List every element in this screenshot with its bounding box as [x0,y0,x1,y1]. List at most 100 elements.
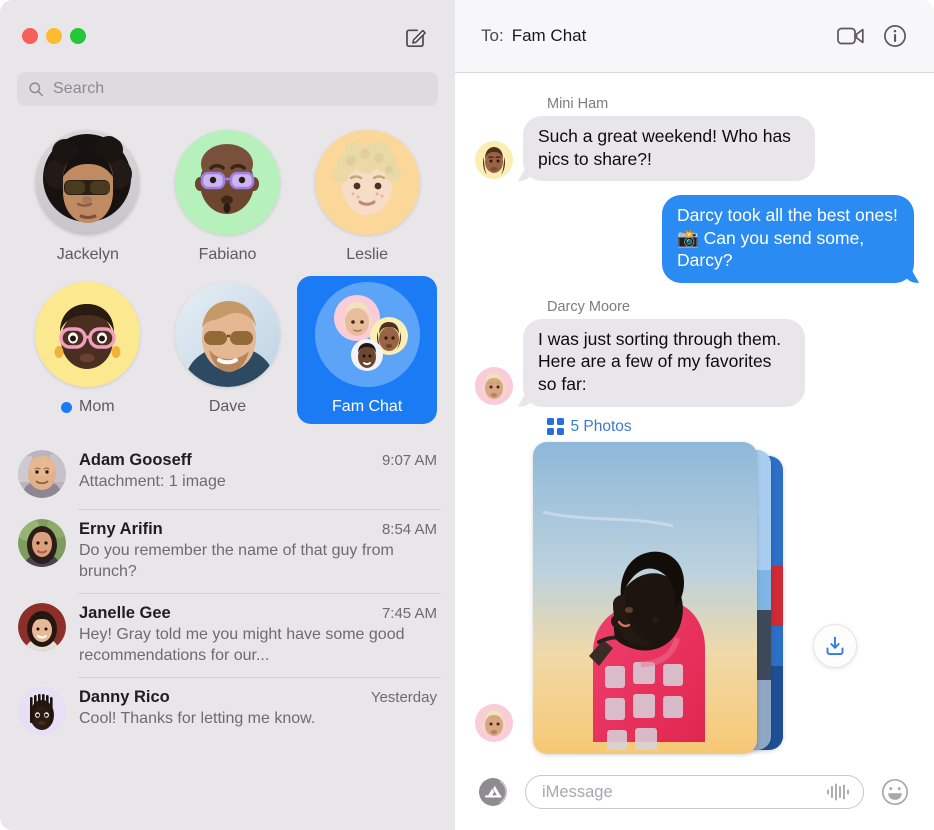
conversation-name: Adam Gooseff [79,451,192,469]
message-bubble-incoming[interactable]: Such a great weekend! Who has pics to sh… [523,116,815,182]
photo-man-sunglasses-avatar [174,282,280,387]
conversation-body: Janelle Gee 7:45 AM Hey! Gray told me yo… [79,603,437,666]
search-input[interactable]: Search [17,72,438,106]
pinned-item-leslie[interactable]: Leslie [297,124,437,272]
photo-woman-dark-hair-avatar [18,519,66,567]
sidebar: Search Jackelyn Fabiano Leslie Mom Dave … [0,0,455,830]
pinned-item-fabiano[interactable]: Fabiano [158,124,298,272]
conversation-time: 9:07 AM [381,452,437,469]
avatar [35,130,141,235]
conversation-preview: Attachment: 1 image [79,473,226,490]
apps-button[interactable] [477,775,511,809]
minimize-button[interactable] [46,28,62,44]
chat-pane: To: Fam Chat Mini Ham Such a great weeke… [455,0,934,830]
avatar [18,687,66,736]
memoji-dreadlocks-avatar [18,687,66,736]
conversation-time: 7:45 AM [381,605,437,623]
search-container: Search [0,72,455,106]
avatar [18,519,66,567]
avatar [174,282,280,387]
download-attachment-button[interactable] [813,623,857,668]
avatar [314,130,420,235]
conversation-row-erny-arifin[interactable]: Erny Arifin 8:54 AM Do you remember the … [0,509,455,593]
avatar [35,282,141,387]
close-button[interactable] [22,28,38,44]
photo-card-front[interactable] [533,441,757,754]
attachment-count-label: 5 Photos [570,417,632,435]
conversation-top: Adam Gooseff 9:07 AM [79,451,437,470]
recipient-name[interactable]: Fam Chat [512,26,587,46]
pinned-name: Fabiano [198,246,257,263]
conversation-body: Danny Rico Yesterday Cool! Thanks for le… [79,687,437,735]
attachment-header[interactable]: 5 Photos [547,418,914,436]
unread-dot [61,401,73,413]
avatar [174,130,280,235]
conversation-row-adam-gooseff[interactable]: Adam Gooseff 9:07 AM Attachment: 1 image [0,440,455,509]
message-row-incoming: Such a great weekend! Who has pics to sh… [475,116,914,182]
compose-pencil-square-icon [406,29,426,48]
conversation-row-danny-rico[interactable]: Danny Rico Yesterday Cool! Thanks for le… [0,677,455,746]
message-bubble-incoming-2[interactable]: I was just sorting through them. Here ar… [523,318,805,407]
composer-bar: iMessage [455,758,934,830]
photo-bald-man-avatar [18,450,66,498]
conversation-body: Adam Gooseff 9:07 AM Attachment: 1 image [79,450,437,498]
conversation-row-janelle-gee[interactable]: Janelle Gee 7:45 AM Hey! Gray told me yo… [0,593,455,677]
pinned-item-dave[interactable]: Dave [158,276,298,424]
pinned-name: Fam Chat [332,398,403,415]
pinned-name: Mom [79,398,115,415]
pinned-item-mom[interactable]: Mom [18,276,158,424]
photo-grid-icon [547,418,564,435]
sender-label-darcy-moore: Darcy Moore [547,298,630,315]
conversation-preview: Hey! Gray told me you might have some go… [79,626,405,665]
chat-header: To: Fam Chat [455,0,934,73]
message-row-incoming-2: I was just sorting through them. Here ar… [475,318,914,407]
details-button[interactable] [878,19,912,53]
pinned-label: Fam Chat [332,398,402,416]
emoji-picker-button[interactable] [878,775,912,809]
to-label: To: [481,26,504,45]
download-tray-icon [826,636,844,655]
conversation-name: Danny Rico [79,688,170,707]
pinned-label: Jackelyn [57,246,119,264]
memoji-blond-pink-avatar [475,366,513,405]
conversation-preview: Cool! Thanks for letting me know. [79,710,316,728]
conversation-name: Janelle Gee [79,604,171,623]
conversation-body: Erny Arifin 8:54 AM Do you remember the … [79,519,437,582]
compose-button[interactable] [401,24,429,52]
pinned-conversations: Jackelyn Fabiano Leslie Mom Dave Fam Cha… [0,106,455,428]
facetime-button[interactable] [834,19,868,53]
conversation-preview: Do you remember the name of that guy fro… [79,542,394,581]
avatar [314,282,420,387]
message-row-outgoing: Darcy took all the best ones! 📸 Can you … [475,195,914,283]
pinned-item-fam-chat[interactable]: Fam Chat [297,276,437,424]
memoji-blond-pink-avatar-2 [475,703,513,742]
conversation-time: Yesterday [370,689,437,707]
photo-woman-bob-avatar [18,603,66,652]
photo-thumbnail-front [533,441,757,754]
audio-waveform-icon[interactable] [825,782,851,802]
photo-stack[interactable] [533,441,791,759]
sender-label-mini-ham: Mini Ham [547,96,609,112]
group-memoji-trio-avatar [314,282,420,387]
avatar [475,366,513,405]
titlebar [0,0,455,72]
search-placeholder: Search [53,80,105,97]
pinned-name: Dave [208,398,247,415]
message-bubble-outgoing[interactable]: Darcy took all the best ones! 📸 Can you … [662,195,914,283]
conversation-top: Erny Arifin 8:54 AM [79,520,437,539]
attachment-row [475,441,914,759]
pinned-label: Dave [209,398,246,416]
pinned-item-jackelyn[interactable]: Jackelyn [18,124,158,272]
zoom-button[interactable] [70,28,86,44]
app-store-icon [479,778,507,806]
pinned-label: Fabiano [199,246,257,264]
video-camera-icon [837,27,864,45]
message-input[interactable]: iMessage [525,775,864,809]
conversation-name: Erny Arifin [79,520,163,538]
memoji-braids-yellow-avatar [475,141,513,180]
pinned-label: Mom [61,398,115,416]
memoji-pink-glasses-avatar [35,282,141,387]
messages-window: Search Jackelyn Fabiano Leslie Mom Dave … [0,0,934,830]
message-placeholder: iMessage [542,782,613,801]
pinned-label: Leslie [346,246,388,264]
